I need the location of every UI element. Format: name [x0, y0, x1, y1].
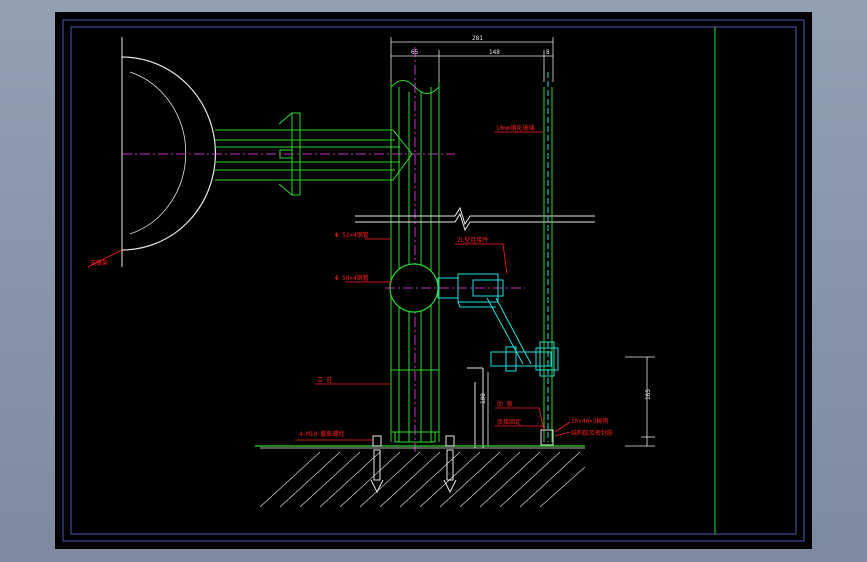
- label-rib: 肋 板: [497, 400, 513, 408]
- label-post: 立 柱: [317, 376, 333, 384]
- cad-viewport: 281 65 148 8 165 100 10mm钢化玻璃 Φ 52×4钢管 Z…: [0, 0, 867, 562]
- dimension-right: [625, 356, 655, 447]
- label-plate: 10×40×3扁钢: [571, 417, 608, 425]
- vertical-post: [390, 47, 440, 452]
- dim-right-part: 8: [546, 49, 550, 56]
- dim-left-part: 65: [411, 49, 419, 56]
- label-left-stand: 支撑架: [90, 259, 108, 267]
- dim-height-right: 165: [645, 389, 652, 400]
- label-connector: ZL型连接件: [457, 236, 488, 244]
- dim-height-left: 100: [480, 393, 487, 404]
- label-foam: 结构胶及密封胶: [571, 429, 613, 437]
- glass-panel: [540, 72, 554, 446]
- label-fixing: 驳接固定: [497, 418, 521, 426]
- circular-joint: [385, 263, 525, 313]
- dimension-top: [390, 37, 554, 82]
- bracket-step: [467, 367, 484, 448]
- label-glass-panel: 10mm钢化玻璃: [496, 124, 534, 132]
- ground: [255, 435, 586, 508]
- dim-middle-part: 148: [489, 49, 500, 56]
- sphere-element: [121, 37, 455, 267]
- label-pipe-upper: Φ 52×4钢管: [335, 231, 369, 239]
- connector-assembly: [437, 273, 559, 377]
- cad-drawing: 281 65 148 8 165 100 10mm钢化玻璃 Φ 52×4钢管 Z…: [62, 19, 805, 542]
- label-pipe-middle: Φ 50×4钢管: [335, 274, 369, 282]
- drawing-canvas[interactable]: 281 65 148 8 165 100 10mm钢化玻璃 Φ 52×4钢管 Z…: [55, 12, 812, 549]
- dim-total-width: 281: [472, 35, 483, 42]
- label-anchor-bolt: 4-M10 膨胀螺栓: [299, 430, 345, 438]
